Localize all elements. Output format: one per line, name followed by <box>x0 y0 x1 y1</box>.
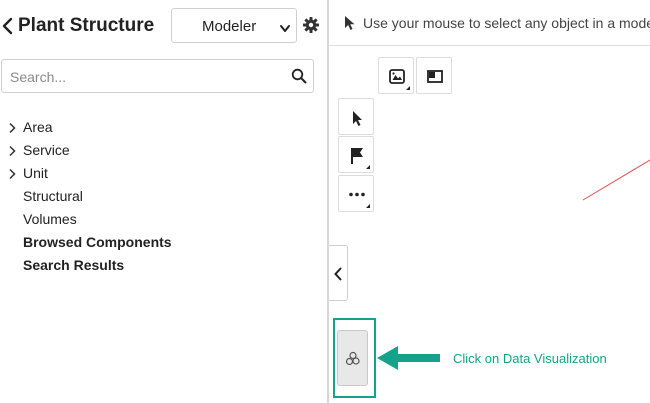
tree-item-label: Volumes <box>23 211 77 227</box>
annotation-arrow-icon <box>377 346 440 370</box>
mode-select[interactable]: Modeler <box>171 8 297 43</box>
chevron-down-icon <box>279 21 291 32</box>
tree-item-label: Search Results <box>23 257 125 273</box>
search-box <box>1 59 314 93</box>
gear-icon[interactable] <box>302 16 320 34</box>
tree-item-structural[interactable]: Structural <box>0 186 320 209</box>
chevron-right-icon <box>8 121 16 134</box>
page-title: Plant Structure <box>18 15 155 36</box>
tree-item-label: Unit <box>23 165 48 181</box>
panel-header: Plant Structure Modeler <box>0 6 327 46</box>
tree-item-unit[interactable]: Unit <box>0 163 320 186</box>
mode-select-value: Modeler <box>202 18 257 35</box>
annotation-text: Click on Data Visualization <box>453 351 607 366</box>
search-icon[interactable] <box>291 68 307 84</box>
back-chevron-icon[interactable] <box>1 16 15 36</box>
tree-item-search-results[interactable]: Search Results <box>0 255 320 278</box>
collapse-panel-button[interactable] <box>329 245 348 301</box>
tree-item-browsed-components[interactable]: Browsed Components <box>0 232 320 255</box>
tree-item-label: Area <box>23 119 53 135</box>
data-visualization-button[interactable] <box>337 330 368 386</box>
tree-item-service[interactable]: Service <box>0 140 320 163</box>
tree-item-label: Service <box>23 142 70 158</box>
tree-item-area[interactable]: Area <box>0 117 320 140</box>
search-input[interactable] <box>10 67 280 87</box>
structure-tree: Area Service Unit Structural Volumes Bro… <box>0 117 320 278</box>
tree-item-label: Browsed Components <box>23 234 172 250</box>
chevron-right-icon <box>8 167 16 180</box>
tree-item-volumes[interactable]: Volumes <box>0 209 320 232</box>
plant-structure-panel: Plant Structure Modeler Search... Area S… <box>0 0 327 403</box>
tree-item-label: Structural <box>23 188 83 204</box>
chevron-right-icon <box>8 144 16 157</box>
model-viewer[interactable]: Use your mouse to select any object in a… <box>329 0 650 403</box>
